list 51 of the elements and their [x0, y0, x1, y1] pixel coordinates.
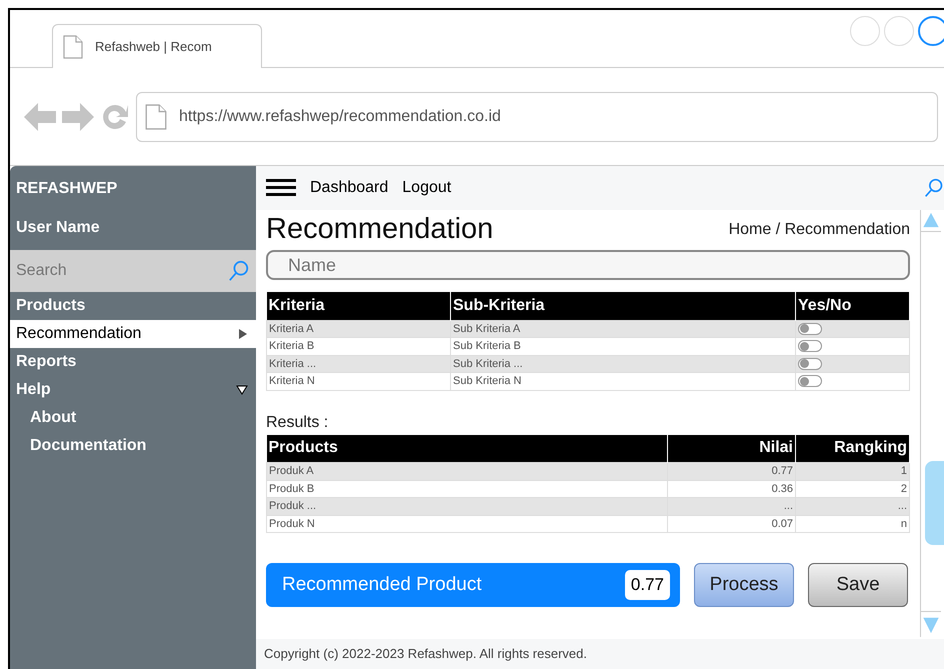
scroll-thumb[interactable] [925, 461, 944, 545]
sidebar-item[interactable]: About [10, 404, 256, 432]
recommended-label: Recommended Product [282, 572, 482, 597]
page-title: Recommendation [266, 212, 494, 248]
nav-link[interactable]: Logout [402, 176, 452, 200]
toggle-switch[interactable] [798, 375, 822, 388]
table-cell: 1 [796, 462, 910, 480]
toggle-switch[interactable] [798, 340, 822, 352]
back-arrow-icon[interactable] [24, 102, 56, 130]
caret-down-icon[interactable] [236, 385, 248, 395]
results-label: Results : [266, 412, 330, 432]
table-cell: Produk ... [266, 498, 668, 515]
sidebar-item[interactable]: Documentation [10, 432, 256, 460]
search-icon[interactable] [228, 259, 250, 283]
toggle-switch[interactable] [798, 358, 822, 370]
table-cell: 0.07 [668, 515, 796, 532]
document-icon [63, 34, 83, 58]
address-bar[interactable]: https://www.refashwep/recommendation.co.id [136, 92, 938, 142]
user-name: User Name [15, 218, 101, 238]
toggle-switch[interactable] [798, 322, 822, 335]
sidebar-item[interactable]: Help [10, 376, 256, 404]
footer: Copyright (c) 2022-2023 Refashwep. All rights reserved. [256, 639, 944, 669]
brand-title: REFASHWEP [15, 179, 118, 199]
url-text: https://www.refashwep/recommendation.co.id [179, 106, 501, 126]
table-cell: Kriteria B [266, 338, 450, 355]
table-cell: Kriteria N [266, 372, 450, 390]
document-icon [145, 104, 167, 130]
table-cell: n [796, 515, 910, 532]
process-button[interactable]: Process [694, 563, 794, 607]
sidebar-item[interactable]: Reports [10, 348, 256, 376]
table-cell: 0.77 [668, 462, 796, 480]
scrollbar[interactable] [920, 210, 944, 637]
save-button[interactable]: Save [808, 563, 908, 607]
sidebar-item[interactable]: Recommendation [10, 320, 256, 348]
window-control-icon[interactable] [918, 16, 944, 46]
caret-right-icon [238, 328, 248, 340]
nav-link[interactable]: Dashboard [310, 176, 388, 200]
breadcrumb: Home / Recommendation [728, 220, 910, 240]
sidebar-item[interactable]: Products [10, 292, 256, 320]
name-field[interactable]: Name [266, 250, 910, 280]
search-field[interactable]: Search [10, 250, 256, 292]
table-cell: Produk N [266, 515, 668, 532]
recommended-value: 0.77 [624, 570, 670, 600]
table-cell: ... [668, 498, 796, 515]
forward-arrow-icon[interactable] [62, 102, 94, 130]
table-cell: ... [796, 498, 910, 515]
browser-tab[interactable]: Refashweb | Recom [52, 24, 262, 68]
menu-icon[interactable] [266, 178, 296, 198]
table-cell: Produk A [266, 462, 668, 480]
search-icon[interactable] [924, 177, 944, 199]
tab-title: Refashweb | Recom [95, 38, 212, 56]
